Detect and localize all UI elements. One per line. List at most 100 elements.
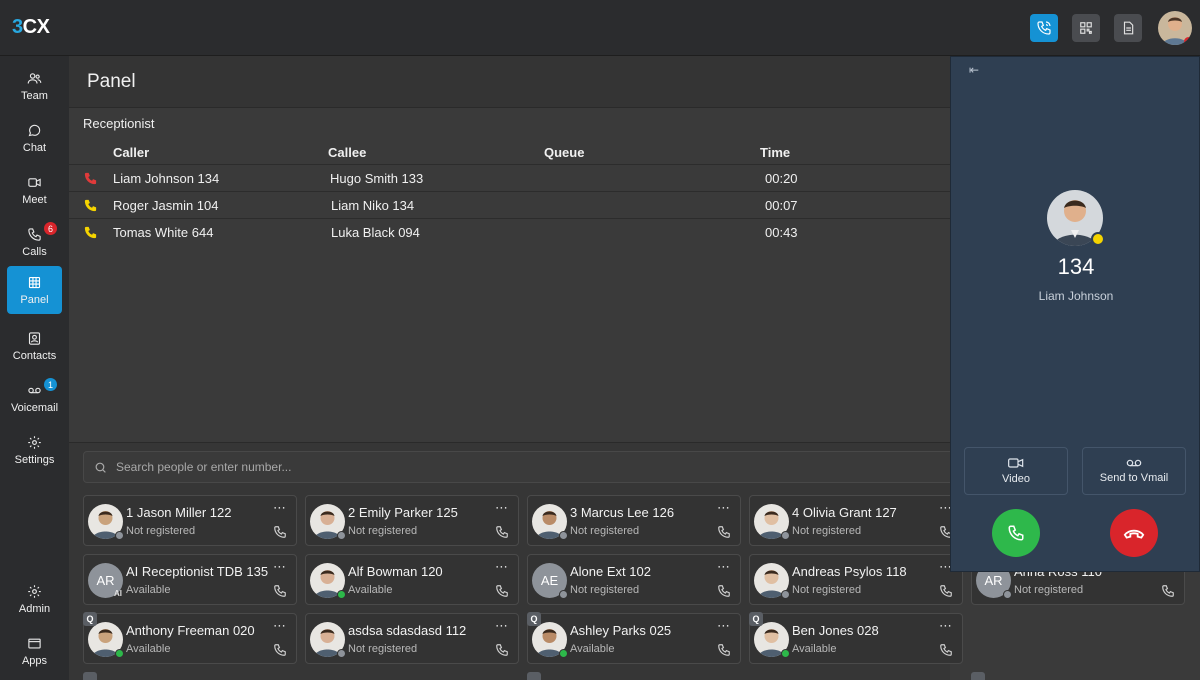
time-cell: 00:43 xyxy=(765,225,798,240)
phone-button[interactable] xyxy=(1030,14,1058,42)
column-header-callee[interactable]: Callee xyxy=(328,145,366,160)
more-options-icon[interactable]: ⋯ xyxy=(273,500,287,516)
incoming-call-icon xyxy=(84,199,97,212)
contact-status: Available xyxy=(126,643,171,655)
queue-badge: Q xyxy=(749,612,763,626)
sidebar-item-settings[interactable]: Settings xyxy=(7,426,62,474)
contact-name: Anthony Freeman 020 xyxy=(126,623,255,638)
video-button[interactable]: Video xyxy=(964,447,1068,495)
presence-dot xyxy=(115,531,124,540)
call-contact-icon[interactable] xyxy=(717,643,731,657)
sidebar-item-calls[interactable]: Calls 6 xyxy=(7,218,62,266)
more-options-icon[interactable]: ⋯ xyxy=(717,559,731,575)
contact-card[interactable]: AR AI AI Receptionist TDB 135 Available ⋯ xyxy=(83,554,297,605)
call-row[interactable]: Tomas White 644 Luka Black 094 00:43 xyxy=(69,218,950,245)
app-logo[interactable]: 3CX xyxy=(12,16,50,39)
more-options-icon[interactable]: ⋯ xyxy=(495,618,509,634)
collapse-panel-icon[interactable]: ⇤ xyxy=(969,63,979,77)
call-contact-icon[interactable] xyxy=(495,643,509,657)
column-header-queue[interactable]: Queue xyxy=(544,145,584,160)
queue-badge xyxy=(527,672,541,680)
ringing-status-dot xyxy=(1091,232,1105,246)
contact-card[interactable]: asdsa sdasdasd 112 Not registered ⋯ xyxy=(305,613,519,664)
video-icon xyxy=(28,177,41,187)
call-contact-icon[interactable] xyxy=(717,584,731,598)
contact-card[interactable]: 3 Marcus Lee 126 Not registered ⋯ xyxy=(527,495,741,546)
presence-dot xyxy=(781,531,790,540)
calls-badge: 6 xyxy=(44,222,57,235)
send-to-voicemail-button[interactable]: Send to Vmail xyxy=(1082,447,1186,495)
qr-code-button[interactable] xyxy=(1072,14,1100,42)
chat-icon xyxy=(28,124,41,136)
contact-status: Available xyxy=(570,643,615,655)
document-icon xyxy=(1123,21,1134,35)
call-contact-icon[interactable] xyxy=(273,525,287,539)
contact-card[interactable]: Anthony Freeman 020 Available ⋯ xyxy=(83,613,297,664)
contact-name: Ashley Parks 025 xyxy=(570,623,672,638)
sidebar-item-meet[interactable]: Meet xyxy=(7,166,62,214)
more-options-icon[interactable]: ⋯ xyxy=(273,559,287,575)
contact-name: 2 Emily Parker 125 xyxy=(348,505,458,520)
hang-up-icon xyxy=(1123,529,1145,539)
sidebar-item-chat[interactable]: Chat xyxy=(7,114,62,162)
contact-status: Available xyxy=(792,643,837,655)
sidebar-item-team[interactable]: Team xyxy=(7,62,62,110)
call-contact-icon[interactable] xyxy=(717,525,731,539)
sidebar-item-contacts[interactable]: Contacts xyxy=(7,322,62,370)
call-contact-icon[interactable] xyxy=(939,584,953,598)
video-icon xyxy=(1008,458,1024,468)
contact-card[interactable]: Ashley Parks 025 Available ⋯ xyxy=(527,613,741,664)
call-contact-icon[interactable] xyxy=(273,584,287,598)
decline-call-button[interactable] xyxy=(1110,509,1158,557)
presence-dot xyxy=(115,649,124,658)
search-input[interactable] xyxy=(116,452,936,482)
call-contact-icon[interactable] xyxy=(273,643,287,657)
document-button[interactable] xyxy=(1114,14,1142,42)
answer-call-button[interactable] xyxy=(992,509,1040,557)
call-contact-icon[interactable] xyxy=(495,584,509,598)
presence-dot xyxy=(781,590,790,599)
contact-card[interactable]: Andreas Psylos 118 Not registered ⋯ xyxy=(749,554,963,605)
sidebar-item-admin[interactable]: Admin xyxy=(7,575,62,623)
contact-card[interactable]: AE Alone Ext 102 Not registered ⋯ xyxy=(527,554,741,605)
incoming-call-icon xyxy=(84,172,97,185)
sidebar-item-apps[interactable]: Apps xyxy=(7,627,62,675)
call-row[interactable]: Liam Johnson 134 Hugo Smith 133 00:20 xyxy=(69,164,950,191)
more-options-icon[interactable]: ⋯ xyxy=(717,618,731,634)
ai-badge: AI xyxy=(114,589,122,598)
contact-status: Not registered xyxy=(1014,584,1084,596)
contact-status: Available xyxy=(126,584,171,596)
queue-badge xyxy=(971,672,985,680)
more-options-icon[interactable]: ⋯ xyxy=(273,618,287,634)
contact-status: Available xyxy=(348,584,393,596)
contact-status: Not registered xyxy=(570,525,640,537)
call-contact-icon[interactable] xyxy=(939,643,953,657)
contact-card[interactable]: Alf Bowman 120 Available ⋯ xyxy=(305,554,519,605)
contact-name: 1 Jason Miller 122 xyxy=(126,505,232,520)
more-options-icon[interactable]: ⋯ xyxy=(495,500,509,516)
search-box[interactable] xyxy=(83,451,963,483)
contact-card[interactable]: Ben Jones 028 Available ⋯ xyxy=(749,613,963,664)
contact-card[interactable]: 2 Emily Parker 125 Not registered ⋯ xyxy=(305,495,519,546)
presence-dot xyxy=(337,590,346,599)
more-options-icon[interactable]: ⋯ xyxy=(495,559,509,575)
call-contact-icon[interactable] xyxy=(495,525,509,539)
contact-name: asdsa sdasdasd 112 xyxy=(348,623,467,638)
more-options-icon[interactable]: ⋯ xyxy=(717,500,731,516)
contact-name: Ben Jones 028 xyxy=(792,623,879,638)
user-avatar[interactable] xyxy=(1158,11,1192,45)
call-contact-icon[interactable] xyxy=(1161,584,1175,598)
call-row[interactable]: Roger Jasmin 104 Liam Niko 134 00:07 xyxy=(69,191,950,218)
column-header-time[interactable]: Time xyxy=(760,145,790,160)
presence-dot xyxy=(337,531,346,540)
more-options-icon[interactable]: ⋯ xyxy=(939,618,953,634)
incoming-call-panel: ⇤ 134 Liam Johnson Video Send to Vmail xyxy=(950,56,1200,572)
contact-name: Andreas Psylos 118 xyxy=(792,564,907,579)
column-header-caller[interactable]: Caller xyxy=(113,145,149,160)
top-bar: 3CX xyxy=(0,0,1200,56)
sidebar-item-voicemail[interactable]: Voicemail 1 xyxy=(7,374,62,422)
sidebar: Team Chat Meet Calls 6 Panel Contacts Vo… xyxy=(0,56,69,680)
contact-card[interactable]: 1 Jason Miller 122 Not registered ⋯ xyxy=(83,495,297,546)
contact-card[interactable]: 4 Olivia Grant 127 Not registered ⋯ xyxy=(749,495,963,546)
sidebar-item-panel[interactable]: Panel xyxy=(7,266,62,314)
